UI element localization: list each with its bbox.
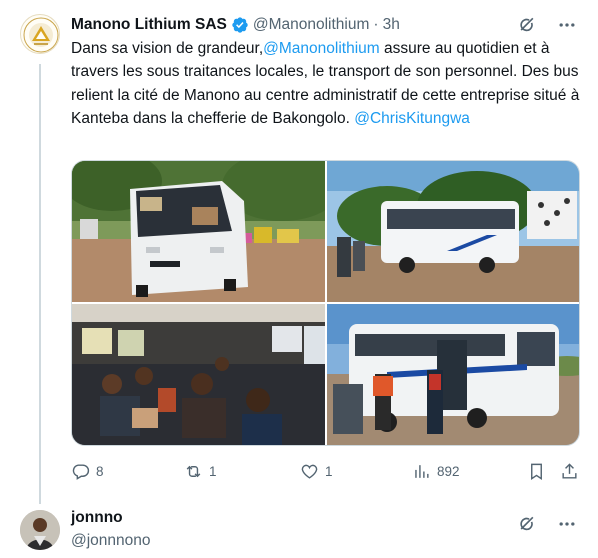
author-name[interactable]: Manono Lithium SAS — [71, 16, 227, 34]
bookmark-button[interactable] — [527, 462, 546, 481]
repost-button[interactable]: 1 — [184, 462, 217, 481]
reply-avatar[interactable] — [20, 510, 60, 550]
more-icon[interactable] — [556, 14, 578, 36]
bus-front-photo[interactable] — [72, 161, 325, 302]
separator-dot: · — [373, 16, 379, 33]
bus-side-photo[interactable] — [327, 161, 579, 302]
reply-header-actions — [516, 513, 578, 535]
thread-line — [39, 64, 41, 504]
author-handle[interactable]: @Manonolithium — [253, 16, 370, 34]
tweet-time[interactable]: 3h — [383, 16, 400, 34]
share-icon — [562, 462, 577, 479]
bus-boarding-photo[interactable] — [327, 304, 579, 445]
tweet-actions: 8 1 1 892 — [71, 460, 580, 482]
mention-link[interactable]: @ChrisKitungwa — [354, 110, 470, 127]
repost-icon — [186, 465, 201, 477]
reply-icon — [72, 463, 90, 480]
reply-author-handle[interactable]: @jonnnono — [71, 532, 151, 550]
heart-icon — [301, 464, 318, 479]
views-button[interactable]: 892 — [412, 462, 460, 481]
view-count: 892 — [437, 463, 460, 479]
more-icon[interactable] — [556, 513, 578, 535]
reply-count: 8 — [96, 463, 104, 479]
repost-count: 1 — [209, 463, 217, 479]
grok-icon[interactable] — [516, 14, 538, 36]
bookmark-icon — [531, 463, 542, 480]
grok-icon[interactable] — [516, 513, 538, 535]
manono-logo — [23, 17, 59, 53]
reply-button[interactable]: 8 — [71, 462, 104, 481]
verified-badge-icon — [231, 16, 249, 34]
bus-interior-photo[interactable] — [72, 304, 325, 445]
avatar[interactable] — [20, 14, 60, 54]
like-button[interactable]: 1 — [300, 462, 333, 481]
views-icon — [415, 464, 429, 478]
tweet-text-part: Dans sa vision de grandeur, — [71, 40, 264, 57]
like-count: 1 — [325, 463, 333, 479]
tweet-text: Dans sa vision de grandeur,@Manonolithiu… — [71, 37, 581, 131]
media-grid — [71, 160, 580, 446]
mention-link[interactable]: @Manonolithium — [263, 40, 380, 57]
share-button[interactable] — [560, 462, 579, 481]
reply-author-name[interactable]: jonnno — [71, 509, 123, 527]
tweet-header: Manono Lithium SAS @Manonolithium · 3h — [71, 14, 578, 36]
